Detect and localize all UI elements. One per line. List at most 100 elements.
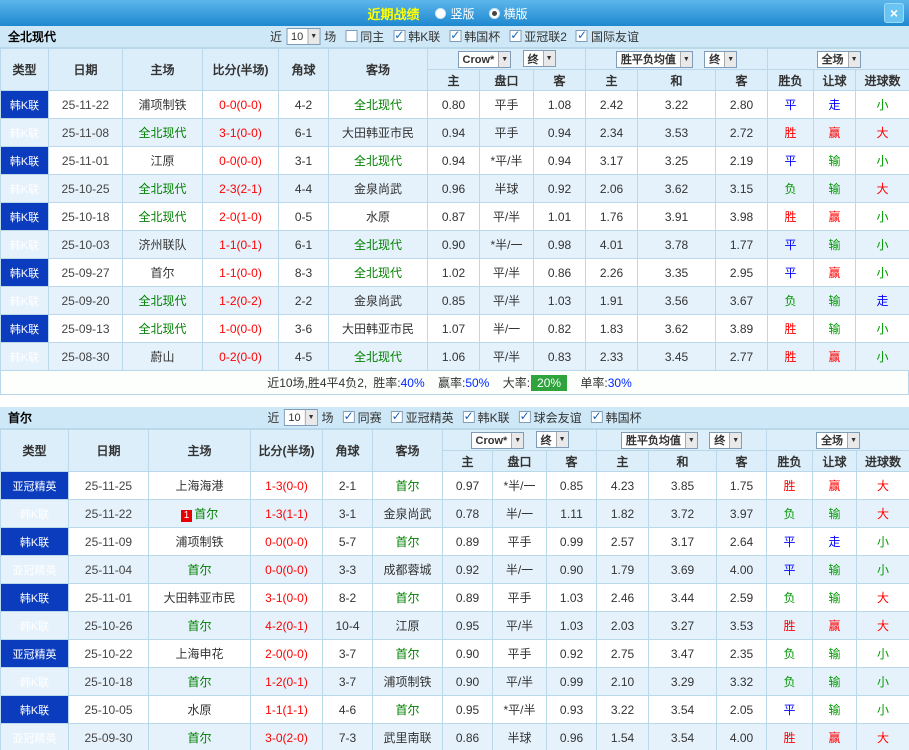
away-team-name[interactable]: 首尔: [395, 703, 419, 717]
away-team-name[interactable]: 金泉尚武: [354, 182, 402, 196]
score-cell[interactable]: 1-2(0-1): [250, 667, 323, 696]
home-team-cell[interactable]: 全北现代: [122, 118, 203, 147]
away-team-cell[interactable]: 全北现代: [328, 146, 428, 175]
filter-checkbox-item[interactable]: 亚冠精英: [382, 409, 454, 426]
scope-select[interactable]: 全场 ▼: [816, 50, 861, 68]
home-team-cell[interactable]: 大田韩亚市民: [148, 583, 251, 612]
score-cell[interactable]: 0-0(0-0): [250, 555, 323, 584]
home-team-cell[interactable]: 全北现代: [122, 286, 203, 315]
europe-odds-select[interactable]: 胜平负均值 ▼: [615, 50, 693, 68]
checkbox-icon[interactable]: [345, 30, 358, 43]
away-team-name[interactable]: 全北现代: [354, 154, 402, 168]
filter-checkbox-item[interactable]: 韩K联: [384, 28, 440, 45]
score-cell[interactable]: 1-1(0-0): [202, 258, 279, 287]
away-team-name[interactable]: 全北现代: [354, 238, 402, 252]
away-team-cell[interactable]: 全北现代: [328, 258, 428, 287]
home-team-cell[interactable]: 蔚山: [122, 342, 203, 371]
filter-checkbox-item[interactable]: 韩K联: [454, 409, 510, 426]
away-team-cell[interactable]: 金泉尚武: [328, 286, 428, 315]
checkbox-icon[interactable]: [575, 28, 588, 43]
home-team-name[interactable]: 首尔: [194, 507, 218, 521]
away-team-name[interactable]: 成都蓉城: [383, 563, 431, 577]
home-team-name[interactable]: 首尔: [187, 675, 211, 689]
away-team-name[interactable]: 大田韩亚市民: [342, 126, 414, 140]
home-team-cell[interactable]: 上海申花: [148, 639, 251, 668]
away-team-name[interactable]: 全北现代: [354, 350, 402, 364]
checkbox-icon[interactable]: [590, 409, 603, 424]
score-cell[interactable]: 1-1(0-1): [202, 230, 279, 259]
home-team-name[interactable]: 浦项制铁: [175, 535, 223, 549]
home-team-name[interactable]: 大田韩亚市民: [163, 591, 235, 605]
checkbox-icon[interactable]: [518, 409, 531, 424]
view-radio-option[interactable]: 横版: [488, 5, 528, 22]
score-cell[interactable]: 3-1(0-0): [202, 118, 279, 147]
home-team-cell[interactable]: 上海海港: [148, 471, 251, 500]
home-team-cell[interactable]: 全北现代: [122, 314, 203, 343]
home-team-name[interactable]: 全北现代: [138, 126, 186, 140]
away-team-cell[interactable]: 金泉尚武: [328, 174, 428, 203]
europe-odds-select[interactable]: 胜平负均值 ▼: [620, 431, 698, 449]
away-team-cell[interactable]: 江原: [372, 611, 443, 640]
score-cell[interactable]: 4-2(0-1): [250, 611, 323, 640]
away-team-name[interactable]: 江原: [395, 619, 419, 633]
away-team-cell[interactable]: 首尔: [372, 527, 443, 556]
away-team-name[interactable]: 武里南联: [383, 731, 431, 745]
away-team-cell[interactable]: 全北现代: [328, 230, 428, 259]
score-cell[interactable]: 0-2(0-0): [202, 342, 279, 371]
home-team-cell[interactable]: 江原: [122, 146, 203, 175]
away-team-cell[interactable]: 全北现代: [328, 342, 428, 371]
away-team-name[interactable]: 全北现代: [354, 266, 402, 280]
home-team-cell[interactable]: 首尔: [122, 258, 203, 287]
radio-icon[interactable]: [488, 7, 500, 19]
home-team-name[interactable]: 全北现代: [138, 182, 186, 196]
home-team-name[interactable]: 首尔: [187, 563, 211, 577]
home-team-name[interactable]: 浦项制铁: [138, 98, 186, 112]
home-team-name[interactable]: 首尔: [150, 266, 174, 280]
away-team-cell[interactable]: 首尔: [372, 471, 443, 500]
score-cell[interactable]: 2-0(0-0): [250, 639, 323, 668]
home-team-name[interactable]: 全北现代: [138, 210, 186, 224]
score-cell[interactable]: 1-0(0-0): [202, 314, 279, 343]
away-team-name[interactable]: 水原: [366, 210, 390, 224]
away-team-name[interactable]: 全北现代: [354, 98, 402, 112]
score-cell[interactable]: 0-0(0-0): [202, 90, 279, 119]
final-select[interactable]: 终 ▼: [704, 50, 738, 68]
home-team-cell[interactable]: 全北现代: [122, 174, 203, 203]
filter-checkbox-item[interactable]: 球会友谊: [510, 409, 582, 426]
away-team-cell[interactable]: 首尔: [372, 639, 443, 668]
away-team-cell[interactable]: 水原: [328, 202, 428, 231]
home-team-cell[interactable]: 济州联队: [122, 230, 203, 259]
home-team-cell[interactable]: 全北现代: [122, 202, 203, 231]
score-cell[interactable]: 1-3(1-1): [250, 499, 323, 528]
home-team-name[interactable]: 首尔: [187, 619, 211, 633]
filter-checkbox-item[interactable]: 同主: [336, 28, 384, 45]
away-team-name[interactable]: 首尔: [395, 479, 419, 493]
final-select[interactable]: 终 ▼: [535, 431, 569, 448]
home-team-cell[interactable]: 浦项制铁: [148, 527, 251, 556]
home-team-name[interactable]: 济州联队: [138, 238, 186, 252]
score-cell[interactable]: 0-0(0-0): [250, 527, 323, 556]
score-cell[interactable]: 3-1(0-0): [250, 583, 323, 612]
filter-checkbox-item[interactable]: 同赛: [334, 409, 382, 426]
home-team-name[interactable]: 上海海港: [175, 479, 223, 493]
away-team-cell[interactable]: 武里南联: [372, 723, 443, 750]
checkbox-icon[interactable]: [390, 409, 403, 424]
score-cell[interactable]: 1-2(0-2): [202, 286, 279, 315]
away-team-cell[interactable]: 浦项制铁: [372, 667, 443, 696]
radio-icon[interactable]: [435, 7, 447, 19]
bookmaker-select[interactable]: Crow* ▼: [457, 51, 512, 68]
score-cell[interactable]: 1-1(1-1): [250, 695, 323, 724]
home-team-cell[interactable]: 水原: [148, 695, 251, 724]
away-team-name[interactable]: 首尔: [395, 591, 419, 605]
away-team-name[interactable]: 浦项制铁: [383, 675, 431, 689]
score-cell[interactable]: 2-3(2-1): [202, 174, 279, 203]
home-team-cell[interactable]: 首尔: [148, 555, 251, 584]
home-team-name[interactable]: 上海申花: [175, 647, 223, 661]
match-count-select[interactable]: 10 ▼: [283, 409, 318, 426]
home-team-name[interactable]: 江原: [150, 154, 174, 168]
scope-select[interactable]: 全场 ▼: [816, 431, 860, 449]
bookmaker-select[interactable]: Crow* ▼: [470, 432, 525, 449]
away-team-name[interactable]: 首尔: [395, 535, 419, 549]
filter-checkbox-item[interactable]: 国际友谊: [567, 28, 639, 45]
away-team-cell[interactable]: 大田韩亚市民: [328, 118, 428, 147]
